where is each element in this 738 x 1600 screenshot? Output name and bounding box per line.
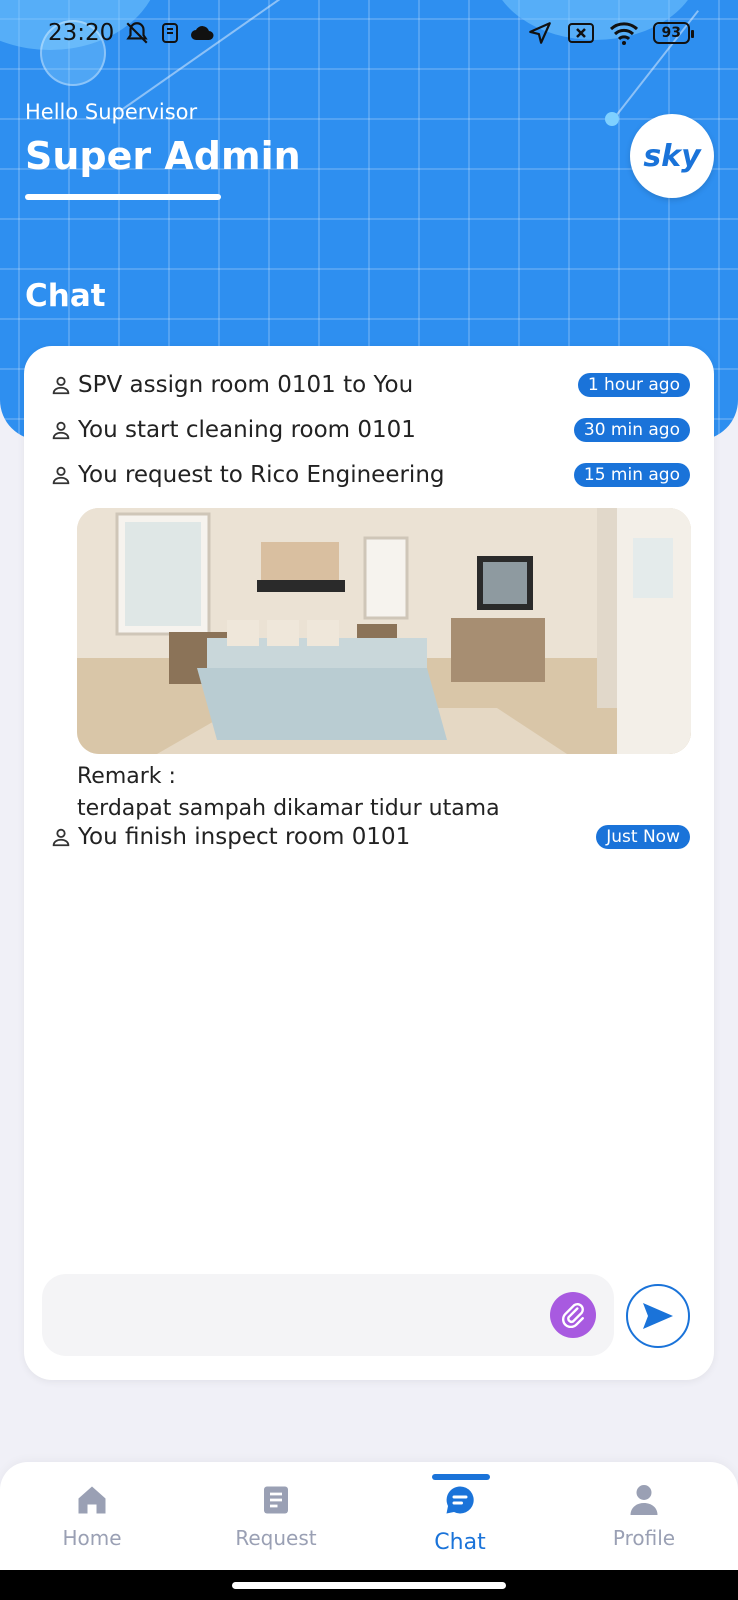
page-title: Chat bbox=[25, 278, 106, 314]
home-icon bbox=[78, 1486, 106, 1514]
nav-label: Profile bbox=[612, 1526, 676, 1550]
time-badge: 15 min ago bbox=[573, 463, 690, 487]
chat-message: You start cleaning room 0101 30 min ago bbox=[50, 417, 690, 443]
logo-text: sky bbox=[643, 138, 701, 174]
greeting-text: Hello Supervisor bbox=[25, 100, 198, 124]
chat-message: SPV assign room 0101 to You 1 hour ago bbox=[50, 372, 690, 398]
nav-label: Home bbox=[62, 1526, 122, 1550]
remark-text: terdapat sampah dikamar tidur utama bbox=[77, 796, 500, 821]
chat-message: You request to Rico Engineering 15 min a… bbox=[50, 462, 690, 488]
status-bar: 23:20 93 bbox=[0, 0, 738, 66]
brand-logo[interactable]: sky bbox=[630, 114, 714, 198]
person-icon bbox=[630, 1485, 658, 1515]
nav-label: Chat bbox=[434, 1530, 486, 1555]
message-input[interactable] bbox=[42, 1274, 614, 1356]
chat-message: You finish inspect room 0101 Just Now bbox=[50, 824, 690, 850]
nav-profile[interactable]: Profile bbox=[552, 1462, 736, 1570]
time-badge: Just Now bbox=[596, 825, 690, 849]
nav-home[interactable]: Home bbox=[0, 1462, 184, 1570]
status-time: 23:20 bbox=[48, 20, 115, 46]
notification-app-icon bbox=[162, 23, 179, 43]
username-underline bbox=[25, 194, 221, 200]
mute-alarm-icon bbox=[126, 22, 148, 44]
message-text: You start cleaning room 0101 bbox=[78, 417, 416, 443]
person-icon bbox=[52, 421, 70, 440]
sim-off-icon bbox=[567, 23, 594, 43]
attached-photo[interactable] bbox=[77, 508, 691, 754]
send-icon bbox=[643, 1303, 673, 1329]
document-icon bbox=[264, 1486, 288, 1514]
bedroom-photo bbox=[77, 508, 691, 754]
person-icon bbox=[52, 376, 70, 395]
nav-chat[interactable]: Chat bbox=[368, 1462, 552, 1570]
nav-label: Request bbox=[235, 1526, 317, 1550]
chat-card: SPV assign room 0101 to You 1 hour ago Y… bbox=[24, 346, 714, 1380]
user-name: Super Admin bbox=[25, 134, 301, 178]
battery-indicator: 93 bbox=[652, 22, 695, 44]
cloud-icon bbox=[191, 26, 214, 40]
time-badge: 30 min ago bbox=[573, 418, 690, 442]
person-icon bbox=[52, 466, 70, 485]
message-text: SPV assign room 0101 to You bbox=[78, 372, 414, 398]
attach-button[interactable] bbox=[550, 1292, 596, 1338]
nav-request[interactable]: Request bbox=[184, 1462, 368, 1570]
home-gesture-handle[interactable] bbox=[232, 1582, 506, 1589]
person-icon bbox=[52, 828, 70, 847]
time-badge: 1 hour ago bbox=[577, 373, 690, 397]
chat-icon bbox=[446, 1486, 474, 1514]
message-text: You finish inspect room 0101 bbox=[78, 824, 411, 850]
message-text: You request to Rico Engineering bbox=[78, 462, 445, 488]
send-button[interactable] bbox=[626, 1284, 690, 1348]
wifi-icon bbox=[609, 22, 638, 45]
location-arrow-icon bbox=[528, 22, 551, 44]
paperclip-icon bbox=[562, 1302, 584, 1328]
remark-label: Remark : bbox=[77, 764, 176, 789]
bottom-navigation: Home Request Chat Profile bbox=[0, 1462, 738, 1570]
gesture-bar bbox=[0, 1570, 738, 1600]
